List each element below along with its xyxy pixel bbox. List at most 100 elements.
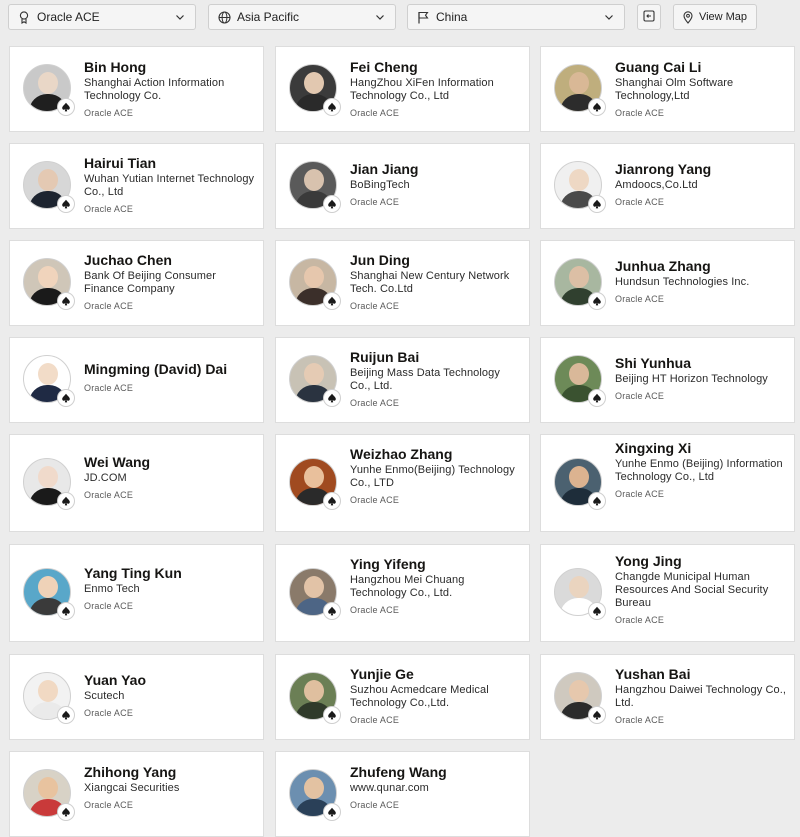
member-card[interactable]: Bin Hong Shanghai Action Information Tech…: [9, 46, 264, 132]
member-name[interactable]: Yushan Bai: [615, 666, 788, 683]
member-company: www.qunar.com: [350, 782, 429, 794]
member-card[interactable]: Ruijun Bai Beijing Mass Data Technology C…: [275, 337, 530, 423]
member-name[interactable]: Shi Yunhua: [615, 355, 788, 372]
avatar-face: [38, 576, 58, 598]
member-name[interactable]: Zhufeng Wang: [350, 764, 523, 781]
avatar-face: [38, 169, 58, 191]
member-name[interactable]: Bin Hong: [84, 59, 257, 76]
member-name[interactable]: Junhua Zhang: [615, 258, 788, 275]
avatar-face: [304, 266, 324, 288]
program-select[interactable]: Oracle ACE: [8, 4, 196, 30]
member-card[interactable]: Yunjie Ge Suzhou Acmedcare Medical Techno…: [275, 654, 530, 740]
chevron-down-icon: [602, 10, 616, 24]
member-card[interactable]: Jun Ding Shanghai New Century Network Tec…: [275, 240, 530, 326]
member-name[interactable]: Xingxing Xi: [615, 440, 788, 457]
member-info: Guang Cai Li Shanghai Olm Software Techno…: [615, 59, 788, 119]
member-level: Oracle ACE: [350, 495, 400, 505]
flag-icon: [416, 10, 430, 24]
member-name[interactable]: Jun Ding: [350, 252, 523, 269]
member-card[interactable]: Jianrong Yang Amdoocs,Co.Ltd Oracle ACE: [540, 143, 795, 229]
globe-icon: [217, 10, 231, 24]
country-select-value: China: [436, 10, 468, 24]
member-name[interactable]: Zhihong Yang: [84, 764, 257, 781]
member-name[interactable]: Guang Cai Li: [615, 59, 788, 76]
member-level: Oracle ACE: [84, 108, 134, 118]
member-card[interactable]: Yuan Yao Scutech Oracle ACE: [9, 654, 264, 740]
member-card[interactable]: Yang Ting Kun Enmo Tech Oracle ACE: [9, 544, 264, 642]
member-name[interactable]: Mingming (David) Dai: [84, 361, 257, 378]
member-card[interactable]: Zhihong Yang Xiangcai Securities Oracle AC…: [9, 751, 264, 837]
member-info: Junhua Zhang Hundsun Technologies Inc. Ora…: [615, 258, 788, 305]
member-card[interactable]: Shi Yunhua Beijing HT Horizon Technology O…: [540, 337, 795, 423]
member-name[interactable]: Yunjie Ge: [350, 666, 523, 683]
region-select[interactable]: Asia Pacific: [208, 4, 396, 30]
member-company: Shanghai Action Information Technology C…: [84, 77, 225, 102]
member-company: HangZhou XiFen Information Technology Co…: [350, 77, 494, 102]
reset-filters-button[interactable]: [637, 4, 661, 30]
member-name[interactable]: Ying Yifeng: [350, 556, 523, 573]
country-select[interactable]: China: [407, 4, 625, 30]
ace-badge-icon: [323, 292, 341, 310]
avatar-face: [569, 576, 589, 598]
avatar-face: [304, 680, 324, 702]
member-name[interactable]: Yuan Yao: [84, 672, 257, 689]
member-card[interactable]: Yong Jing Changde Municipal Human Resourc…: [540, 544, 795, 642]
member-card[interactable]: Guang Cai Li Shanghai Olm Software Techno…: [540, 46, 795, 132]
member-level: Oracle ACE: [84, 204, 134, 214]
member-name[interactable]: Hairui Tian: [84, 155, 257, 172]
member-card[interactable]: Mingming (David) Dai Oracle ACE: [9, 337, 264, 423]
member-level: Oracle ACE: [615, 715, 665, 725]
avatar-face: [569, 466, 589, 488]
member-card[interactable]: Hairui Tian Wuhan Yutian Internet Technol…: [9, 143, 264, 229]
member-company: Xiangcai Securities: [84, 782, 180, 794]
member-info: Shi Yunhua Beijing HT Horizon Technology O…: [615, 355, 788, 402]
member-level: Oracle ACE: [350, 197, 400, 207]
member-info: Yuan Yao Scutech Oracle ACE: [84, 672, 257, 719]
member-name[interactable]: Wei Wang: [84, 454, 257, 471]
member-name[interactable]: Yong Jing: [615, 553, 788, 570]
view-map-button[interactable]: View Map: [673, 4, 757, 30]
member-card[interactable]: Zhufeng Wang www.qunar.com Oracle ACE: [275, 751, 530, 837]
member-info: Jian Jiang BoBingTech Oracle ACE: [350, 161, 523, 208]
member-name[interactable]: Weizhao Zhang: [350, 446, 523, 463]
member-company: Hundsun Technologies Inc.: [615, 276, 750, 288]
member-card[interactable]: Junhua Zhang Hundsun Technologies Inc. Ora…: [540, 240, 795, 326]
member-name[interactable]: Juchao Chen: [84, 252, 257, 269]
member-info: Zhihong Yang Xiangcai Securities Oracle AC…: [84, 764, 257, 811]
member-level: Oracle ACE: [84, 800, 134, 810]
member-card[interactable]: Xingxing Xi Yunhe Enmo (Beijing) Informat…: [540, 434, 795, 532]
ace-badge-icon: [588, 195, 606, 213]
ace-badge-icon: [323, 602, 341, 620]
member-name[interactable]: Yang Ting Kun: [84, 565, 257, 582]
member-card[interactable]: Fei Cheng HangZhou XiFen Information Tech…: [275, 46, 530, 132]
member-name[interactable]: Fei Cheng: [350, 59, 523, 76]
member-company: Suzhou Acmedcare Medical Technology Co.,…: [350, 684, 489, 709]
member-card[interactable]: Weizhao Zhang Yunhe Enmo(Beijing) Technol…: [275, 434, 530, 532]
region-select-value: Asia Pacific: [237, 10, 300, 24]
member-name[interactable]: Jianrong Yang: [615, 161, 788, 178]
member-info: Juchao Chen Bank Of Beijing Consumer Fina…: [84, 252, 257, 312]
member-company: Scutech: [84, 690, 125, 702]
member-company: Hangzhou Daiwei Technology Co., Ltd.: [615, 684, 787, 709]
member-card[interactable]: Wei Wang JD.COM Oracle ACE: [9, 434, 264, 532]
ace-badge-icon: [57, 98, 75, 116]
member-info: Wei Wang JD.COM Oracle ACE: [84, 454, 257, 501]
member-company: Shanghai New Century Network Tech. Co.Lt…: [350, 270, 510, 295]
avatar-face: [304, 169, 324, 191]
member-card[interactable]: Yushan Bai Hangzhou Daiwei Technology Co.…: [540, 654, 795, 740]
avatar-face: [304, 466, 324, 488]
chevron-down-icon: [173, 10, 187, 24]
member-info: Ruijun Bai Beijing Mass Data Technology C…: [350, 349, 523, 409]
member-card[interactable]: Jian Jiang BoBingTech Oracle ACE: [275, 143, 530, 229]
member-level: Oracle ACE: [350, 605, 400, 615]
member-name[interactable]: Jian Jiang: [350, 161, 523, 178]
member-name[interactable]: Ruijun Bai: [350, 349, 523, 366]
ace-badge-icon: [588, 389, 606, 407]
ace-badge-icon: [57, 195, 75, 213]
member-info: Yushan Bai Hangzhou Daiwei Technology Co.…: [615, 666, 788, 726]
member-info: Zhufeng Wang www.qunar.com Oracle ACE: [350, 764, 523, 811]
member-level: Oracle ACE: [84, 490, 134, 500]
member-company: Wuhan Yutian Internet Technology Co., Lt…: [84, 173, 255, 198]
member-card[interactable]: Ying Yifeng Hangzhou Mei Chuang Technolog…: [275, 544, 530, 642]
member-card[interactable]: Juchao Chen Bank Of Beijing Consumer Fina…: [9, 240, 264, 326]
